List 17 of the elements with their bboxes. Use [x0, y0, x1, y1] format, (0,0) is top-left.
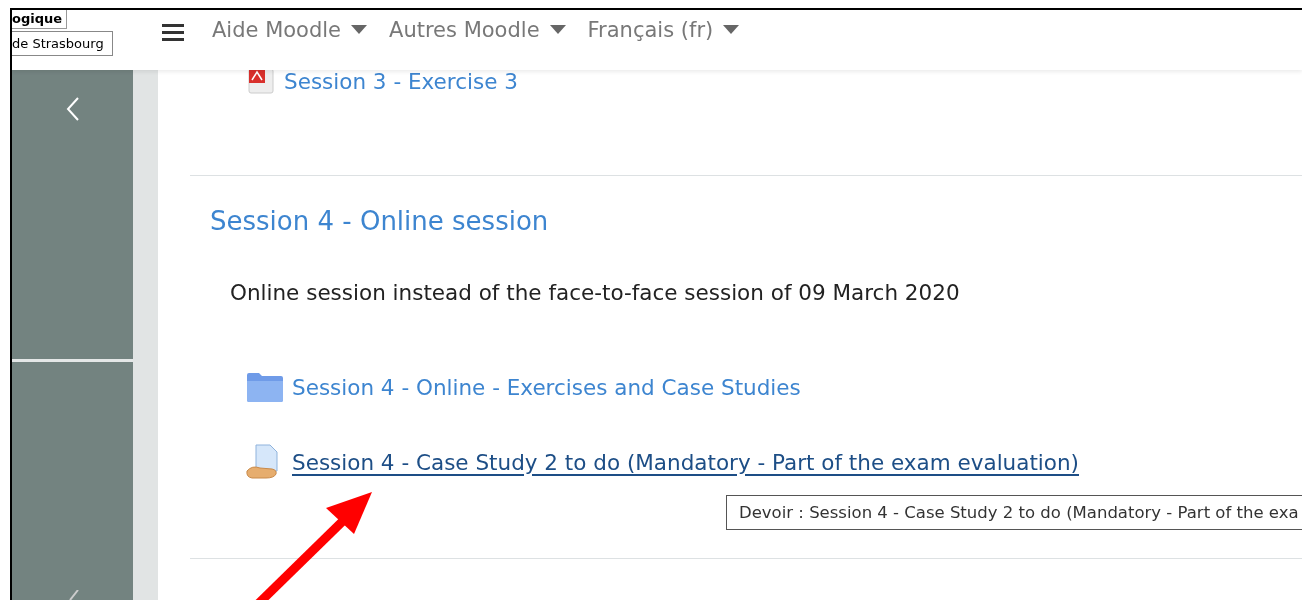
site-subtitle-fragment: de Strasbourg	[12, 31, 113, 56]
nav-menu-dropdown[interactable]: Français (fr)	[587, 18, 740, 42]
section-title: Session 4 - Online session	[210, 206, 550, 236]
activity-link[interactable]: Session 4 - Online - Exercises and Case Studies	[292, 374, 801, 400]
menu-icon[interactable]	[162, 23, 184, 41]
activity-link[interactable]: Session 4 - Case Study 2 to do (Mandatory - Part of the exam evaluation)	[292, 449, 1079, 475]
caret-icon	[549, 25, 566, 35]
caret-icon	[351, 25, 368, 35]
nav-menu-dropdown[interactable]: Autres Moodle	[389, 18, 566, 42]
folder-icon	[246, 371, 284, 403]
nav-menu-dropdown[interactable]: Aide Moodle	[212, 18, 368, 42]
activity-link[interactable]: Session 3 - Exercise 3	[284, 68, 518, 94]
caret-icon	[723, 25, 740, 35]
site-name-fragment: ogique	[12, 10, 68, 29]
link-tooltip: Devoir : Session 4 - Case Study 2 to do (Mandatory - Part of the exa	[726, 495, 1302, 530]
section-summary: Online session instead of the face-to-face session of 09 March 2020	[230, 280, 961, 305]
chevron-left-icon[interactable]	[65, 96, 80, 122]
